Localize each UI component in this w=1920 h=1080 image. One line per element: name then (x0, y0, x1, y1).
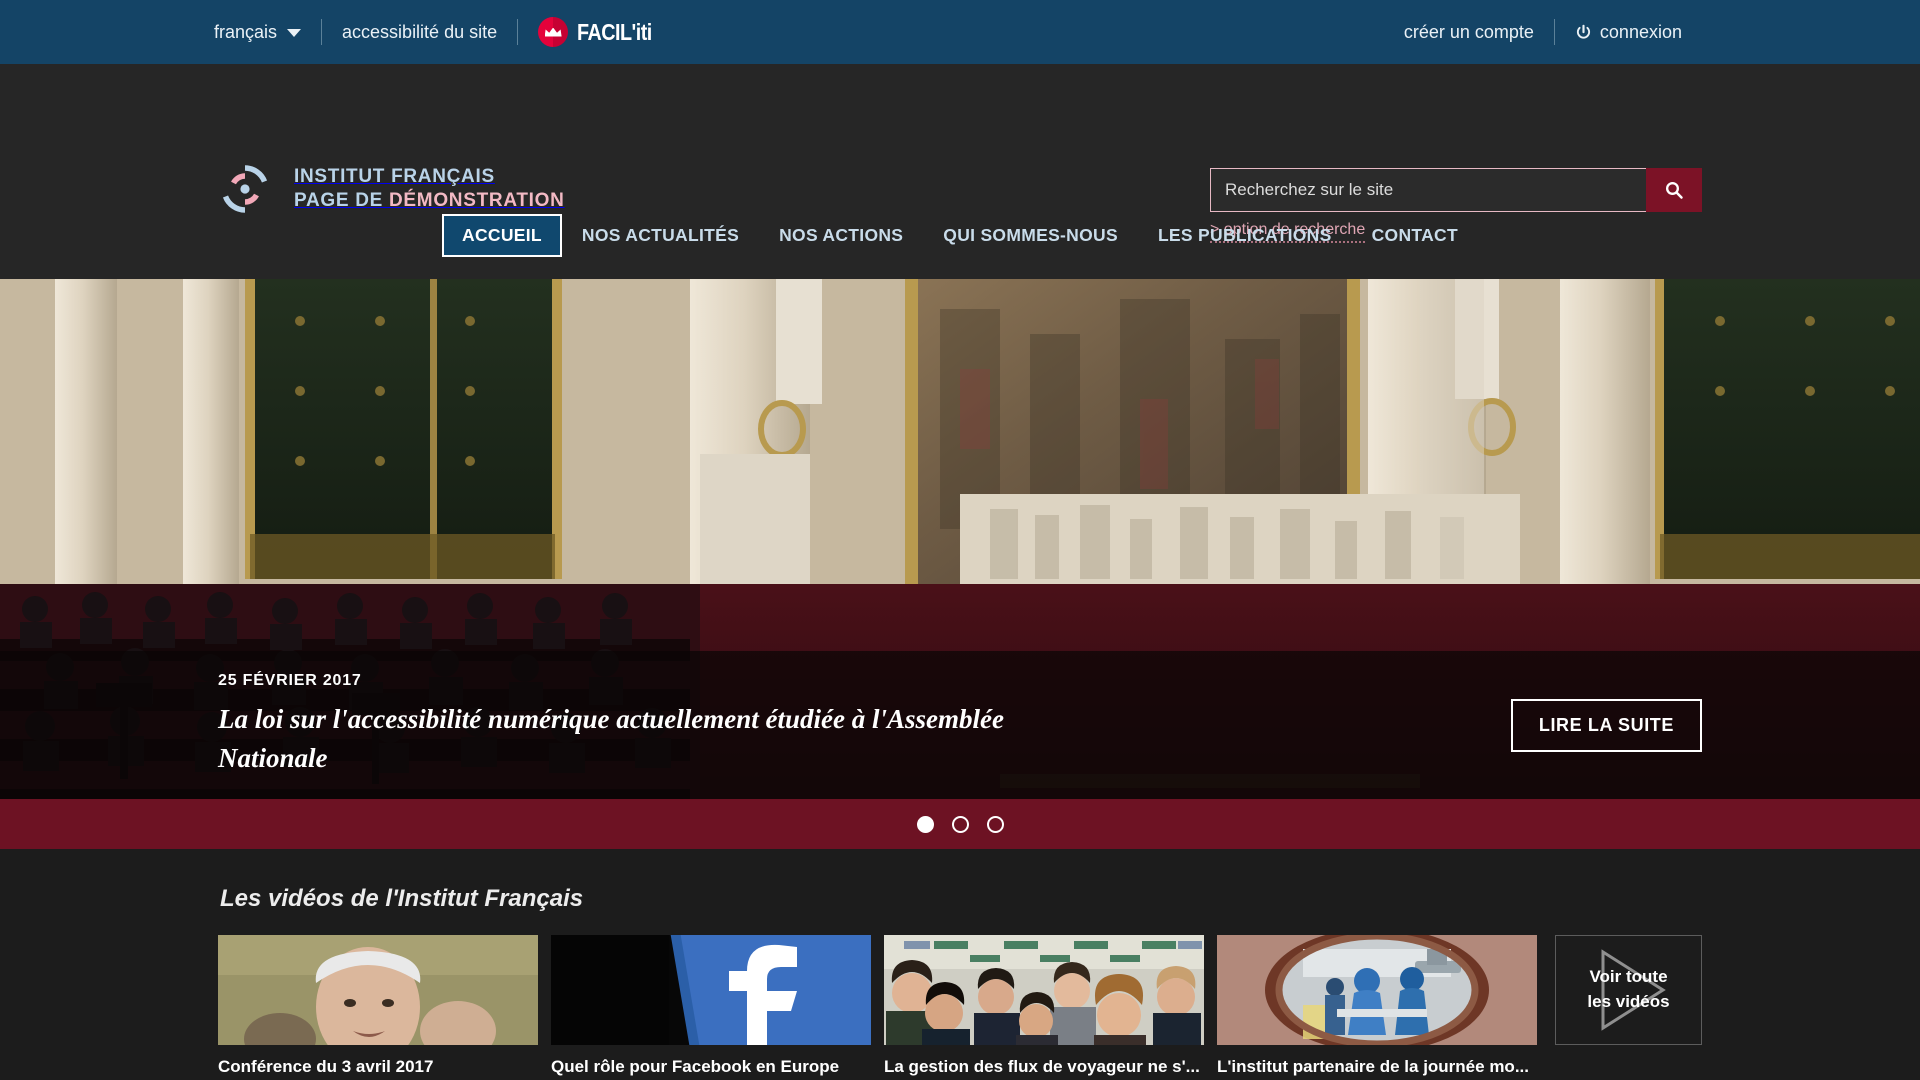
hero-date: 25 FÉVRIER 2017 (218, 672, 1018, 690)
video-title: Quel rôle pour Facebook en Europe (551, 1057, 871, 1077)
faciliti-widget-button[interactable]: FACIL'iti (518, 17, 684, 47)
nav-item-les-publications[interactable]: LES PUBLICATIONS (1138, 214, 1352, 257)
hero-carousel: 25 FÉVRIER 2017 La loi sur l'accessibili… (0, 279, 1920, 849)
site-logo-link[interactable]: INSTITUT FRANÇAIS PAGE DE DÉMONSTRATION (218, 162, 565, 216)
see-all-videos-button[interactable]: Voir toute les vidéos (1555, 935, 1702, 1045)
search-row (1210, 168, 1702, 212)
hero-caption-inner: 25 FÉVRIER 2017 La loi sur l'accessibili… (218, 672, 1702, 778)
nav-item-nos-actualites[interactable]: NOS ACTUALITÉS (562, 214, 759, 257)
power-icon (1575, 24, 1592, 41)
video-thumbnail[interactable] (1217, 935, 1537, 1045)
institut-logo-icon (218, 162, 272, 216)
see-all-videos-label: Voir toute les vidéos (1587, 965, 1669, 1014)
brand-line-2-accent: DÉMONSTRATION (389, 190, 565, 211)
faciliti-label: FACIL'iti (577, 19, 652, 46)
video-title: L'institut partenaire de la journée mo..… (1217, 1057, 1537, 1077)
carousel-dot-3[interactable] (987, 816, 1004, 833)
videos-heading: Les vidéos de l'Institut Français (220, 885, 1702, 913)
nav-item-nos-actions[interactable]: NOS ACTIONS (759, 214, 923, 257)
nav-item-accueil[interactable]: ACCUEIL (442, 214, 562, 257)
video-card[interactable]: Conférence du 3 avril 2017 04/04/2017 (218, 935, 538, 1080)
read-more-button[interactable]: LIRE LA SUITE (1511, 699, 1702, 752)
brand-line-2-prefix: PAGE DE (294, 190, 389, 211)
see-all-videos-line-2: les vidéos (1587, 992, 1669, 1011)
video-thumbnail[interactable] (884, 935, 1204, 1045)
video-thumbnail[interactable] (218, 935, 538, 1045)
main-navigation: ACCUEIL NOS ACTUALITÉS NOS ACTIONS QUI S… (0, 214, 1920, 257)
topbar-right-group: créer un compte connexion (1404, 0, 1702, 64)
site-header: INSTITUT FRANÇAIS PAGE DE DÉMONSTRATION … (0, 64, 1920, 279)
videos-section: Les vidéos de l'Institut Français (0, 849, 1920, 1080)
carousel-pagination (0, 799, 1920, 849)
language-selector[interactable]: français (214, 23, 321, 41)
language-label: français (214, 23, 277, 41)
video-card[interactable]: L'institut partenaire de la journée mo..… (1217, 935, 1537, 1080)
create-account-link[interactable]: créer un compte (1404, 23, 1554, 41)
video-title: La gestion des flux de voyageur ne s'... (884, 1057, 1204, 1077)
brand-line-1: INSTITUT FRANÇAIS (294, 166, 495, 187)
crown-icon (545, 28, 562, 37)
login-link[interactable]: connexion (1555, 23, 1702, 41)
video-thumbnail[interactable] (551, 935, 871, 1045)
accessibility-link[interactable]: accessibilité du site (322, 23, 517, 41)
chevron-down-icon (287, 29, 301, 37)
carousel-dot-2[interactable] (952, 816, 969, 833)
login-label: connexion (1600, 23, 1682, 41)
hero-text-block: 25 FÉVRIER 2017 La loi sur l'accessibili… (218, 672, 1018, 778)
top-utility-bar: français accessibilité du site FACIL'iti… (0, 0, 1920, 64)
brand-text: INSTITUT FRANÇAIS PAGE DE DÉMONSTRATION (294, 165, 565, 214)
videos-inner: Les vidéos de l'Institut Français (218, 885, 1702, 1080)
search-input[interactable] (1210, 168, 1646, 212)
video-card[interactable]: Quel rôle pour Facebook en Europe 02/04/… (551, 935, 871, 1080)
videos-grid: Conférence du 3 avril 2017 04/04/2017 Qu… (218, 935, 1702, 1080)
faciliti-logo-icon (538, 17, 568, 47)
search-submit-button[interactable] (1646, 168, 1702, 212)
video-card[interactable]: La gestion des flux de voyageur ne s'...… (884, 935, 1204, 1080)
hero-title: La loi sur l'accessibilité numérique act… (218, 700, 1018, 778)
brand-line-2: PAGE DE DÉMONSTRATION (294, 189, 565, 213)
hero-caption-overlay: 25 FÉVRIER 2017 La loi sur l'accessibili… (0, 651, 1920, 799)
nav-item-contact[interactable]: CONTACT (1352, 214, 1478, 257)
nav-item-qui-sommes-nous[interactable]: QUI SOMMES-NOUS (923, 214, 1138, 257)
carousel-dot-1[interactable] (917, 816, 934, 833)
search-icon (1664, 180, 1684, 200)
video-title: Conférence du 3 avril 2017 (218, 1057, 538, 1077)
topbar-left-group: français accessibilité du site FACIL'iti (214, 0, 684, 64)
see-all-videos-line-1: Voir toute (1589, 967, 1667, 986)
